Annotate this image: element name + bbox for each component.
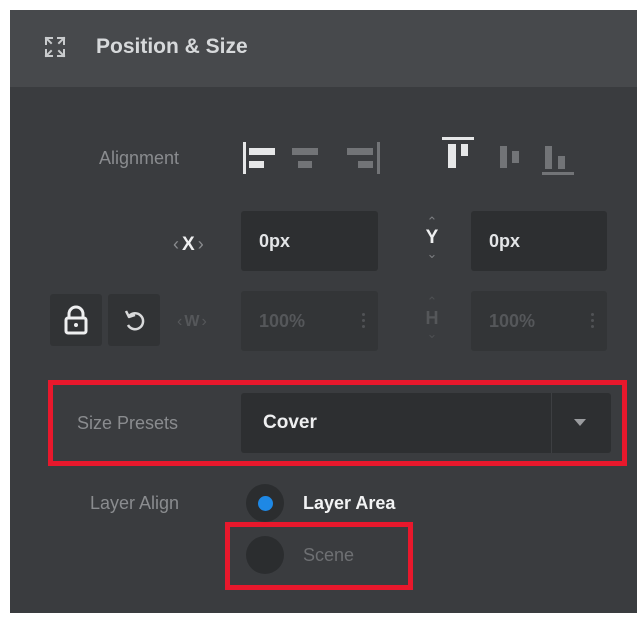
h-increase-icon: ⌃	[426, 294, 438, 309]
h-decrease-icon: ⌄	[426, 326, 438, 341]
w-axis-label[interactable]: ‹ W ›	[177, 310, 207, 334]
align-bottom-icon[interactable]	[536, 134, 580, 178]
radio-layer-area[interactable]	[246, 484, 284, 522]
radio-label-layer-area[interactable]: Layer Area	[303, 491, 395, 515]
expand-arrows-icon	[44, 36, 66, 58]
y-position-input[interactable]: 0px	[471, 211, 607, 271]
width-input[interactable]: 100%	[241, 291, 378, 351]
select-divider	[551, 393, 552, 453]
x-increase-icon: ›	[197, 234, 204, 254]
align-top-icon[interactable]	[436, 134, 480, 178]
height-options-icon[interactable]	[591, 313, 595, 329]
width-value: 100%	[259, 311, 306, 331]
y-decrease-icon: ⌄	[426, 246, 438, 261]
size-presets-select[interactable]: Cover	[241, 393, 611, 453]
size-presets-value: Cover	[263, 412, 317, 433]
align-center-horizontal-icon[interactable]	[283, 136, 327, 180]
height-value: 100%	[489, 311, 536, 331]
panel-title: Position & Size	[96, 35, 248, 58]
alignment-label: Alignment	[99, 148, 180, 168]
x-axis-label[interactable]: ‹ X ›	[173, 232, 204, 257]
reset-icon	[124, 310, 145, 331]
align-center-vertical-icon[interactable]	[490, 134, 534, 178]
align-right-icon[interactable]	[343, 136, 387, 180]
position-size-panel: Position & Size Alignment ‹X› 0px ⌃ Y	[10, 10, 637, 613]
size-presets-label: Size Presets	[77, 413, 179, 433]
x-position-input[interactable]: 0px	[241, 211, 378, 271]
y-increase-icon: ⌃	[426, 214, 438, 229]
x-label: X	[182, 234, 195, 255]
radio-label-scene[interactable]: Scene	[303, 543, 354, 567]
width-options-icon[interactable]	[362, 313, 366, 329]
w-increase-icon: ›	[201, 313, 207, 330]
lock-button[interactable]	[50, 294, 102, 346]
radio-selected-dot	[258, 496, 273, 511]
y-position-value: 0px	[489, 231, 521, 251]
chevron-down-icon[interactable]	[574, 419, 586, 426]
y-axis-label[interactable]: ⌃ Y ⌄	[422, 214, 442, 261]
x-position-value: 0px	[259, 231, 291, 251]
align-left-icon[interactable]	[236, 136, 280, 180]
layer-align-label: Layer Align	[90, 493, 180, 513]
x-decrease-icon: ‹	[173, 234, 179, 254]
reset-button[interactable]	[108, 294, 160, 346]
h-axis-label[interactable]: ⌃ H ⌄	[422, 294, 442, 341]
height-input[interactable]: 100%	[471, 291, 607, 351]
panel-header[interactable]: Position & Size	[10, 10, 637, 87]
w-label: W	[184, 313, 200, 330]
lock-icon	[64, 305, 88, 335]
w-decrease-icon: ‹	[177, 313, 183, 330]
radio-scene[interactable]	[246, 536, 284, 574]
